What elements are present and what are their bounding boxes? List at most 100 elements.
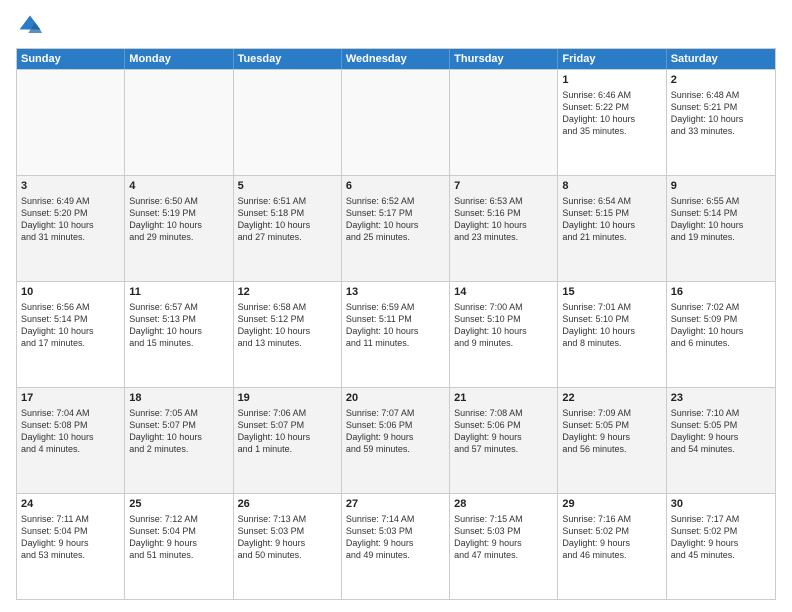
calendar-day-10: 10Sunrise: 6:56 AM Sunset: 5:14 PM Dayli…	[17, 282, 125, 387]
day-number: 7	[454, 179, 553, 194]
day-number: 11	[129, 285, 228, 300]
weekday-header-saturday: Saturday	[667, 49, 775, 69]
calendar-row-0: 1Sunrise: 6:46 AM Sunset: 5:22 PM Daylig…	[17, 69, 775, 175]
day-number: 28	[454, 497, 553, 512]
day-info: Sunrise: 7:11 AM Sunset: 5:04 PM Dayligh…	[21, 513, 120, 562]
day-number: 23	[671, 391, 771, 406]
weekday-header-wednesday: Wednesday	[342, 49, 450, 69]
calendar-day-19: 19Sunrise: 7:06 AM Sunset: 5:07 PM Dayli…	[234, 388, 342, 493]
calendar-day-20: 20Sunrise: 7:07 AM Sunset: 5:06 PM Dayli…	[342, 388, 450, 493]
calendar-day-1: 1Sunrise: 6:46 AM Sunset: 5:22 PM Daylig…	[558, 70, 666, 175]
day-info: Sunrise: 7:08 AM Sunset: 5:06 PM Dayligh…	[454, 407, 553, 456]
calendar-day-13: 13Sunrise: 6:59 AM Sunset: 5:11 PM Dayli…	[342, 282, 450, 387]
day-info: Sunrise: 7:17 AM Sunset: 5:02 PM Dayligh…	[671, 513, 771, 562]
day-number: 14	[454, 285, 553, 300]
day-number: 15	[562, 285, 661, 300]
calendar-day-30: 30Sunrise: 7:17 AM Sunset: 5:02 PM Dayli…	[667, 494, 775, 599]
day-number: 18	[129, 391, 228, 406]
weekday-header-tuesday: Tuesday	[234, 49, 342, 69]
day-number: 16	[671, 285, 771, 300]
day-number: 20	[346, 391, 445, 406]
calendar-day-17: 17Sunrise: 7:04 AM Sunset: 5:08 PM Dayli…	[17, 388, 125, 493]
calendar-day-empty	[342, 70, 450, 175]
day-info: Sunrise: 7:10 AM Sunset: 5:05 PM Dayligh…	[671, 407, 771, 456]
calendar-day-23: 23Sunrise: 7:10 AM Sunset: 5:05 PM Dayli…	[667, 388, 775, 493]
calendar-day-27: 27Sunrise: 7:14 AM Sunset: 5:03 PM Dayli…	[342, 494, 450, 599]
day-number: 2	[671, 73, 771, 88]
day-info: Sunrise: 7:06 AM Sunset: 5:07 PM Dayligh…	[238, 407, 337, 456]
calendar-day-4: 4Sunrise: 6:50 AM Sunset: 5:19 PM Daylig…	[125, 176, 233, 281]
day-info: Sunrise: 7:07 AM Sunset: 5:06 PM Dayligh…	[346, 407, 445, 456]
calendar-day-25: 25Sunrise: 7:12 AM Sunset: 5:04 PM Dayli…	[125, 494, 233, 599]
calendar-day-8: 8Sunrise: 6:54 AM Sunset: 5:15 PM Daylig…	[558, 176, 666, 281]
day-info: Sunrise: 6:53 AM Sunset: 5:16 PM Dayligh…	[454, 195, 553, 244]
day-info: Sunrise: 7:04 AM Sunset: 5:08 PM Dayligh…	[21, 407, 120, 456]
weekday-header-thursday: Thursday	[450, 49, 558, 69]
calendar-day-11: 11Sunrise: 6:57 AM Sunset: 5:13 PM Dayli…	[125, 282, 233, 387]
day-info: Sunrise: 6:51 AM Sunset: 5:18 PM Dayligh…	[238, 195, 337, 244]
logo	[16, 12, 48, 40]
calendar-row-3: 17Sunrise: 7:04 AM Sunset: 5:08 PM Dayli…	[17, 387, 775, 493]
day-info: Sunrise: 6:50 AM Sunset: 5:19 PM Dayligh…	[129, 195, 228, 244]
day-info: Sunrise: 6:58 AM Sunset: 5:12 PM Dayligh…	[238, 301, 337, 350]
calendar-day-24: 24Sunrise: 7:11 AM Sunset: 5:04 PM Dayli…	[17, 494, 125, 599]
calendar-day-5: 5Sunrise: 6:51 AM Sunset: 5:18 PM Daylig…	[234, 176, 342, 281]
day-number: 10	[21, 285, 120, 300]
day-number: 27	[346, 497, 445, 512]
day-info: Sunrise: 6:46 AM Sunset: 5:22 PM Dayligh…	[562, 89, 661, 138]
calendar-day-15: 15Sunrise: 7:01 AM Sunset: 5:10 PM Dayli…	[558, 282, 666, 387]
calendar-row-4: 24Sunrise: 7:11 AM Sunset: 5:04 PM Dayli…	[17, 493, 775, 599]
day-number: 9	[671, 179, 771, 194]
calendar-header: SundayMondayTuesdayWednesdayThursdayFrid…	[17, 49, 775, 69]
calendar-day-empty	[125, 70, 233, 175]
day-number: 19	[238, 391, 337, 406]
page: SundayMondayTuesdayWednesdayThursdayFrid…	[0, 0, 792, 612]
calendar-body: 1Sunrise: 6:46 AM Sunset: 5:22 PM Daylig…	[17, 69, 775, 599]
calendar-day-7: 7Sunrise: 6:53 AM Sunset: 5:16 PM Daylig…	[450, 176, 558, 281]
day-number: 29	[562, 497, 661, 512]
day-number: 6	[346, 179, 445, 194]
day-info: Sunrise: 7:14 AM Sunset: 5:03 PM Dayligh…	[346, 513, 445, 562]
calendar-day-12: 12Sunrise: 6:58 AM Sunset: 5:12 PM Dayli…	[234, 282, 342, 387]
calendar-day-28: 28Sunrise: 7:15 AM Sunset: 5:03 PM Dayli…	[450, 494, 558, 599]
day-info: Sunrise: 6:49 AM Sunset: 5:20 PM Dayligh…	[21, 195, 120, 244]
day-number: 3	[21, 179, 120, 194]
day-info: Sunrise: 6:56 AM Sunset: 5:14 PM Dayligh…	[21, 301, 120, 350]
day-number: 21	[454, 391, 553, 406]
day-number: 12	[238, 285, 337, 300]
calendar-day-2: 2Sunrise: 6:48 AM Sunset: 5:21 PM Daylig…	[667, 70, 775, 175]
day-info: Sunrise: 6:59 AM Sunset: 5:11 PM Dayligh…	[346, 301, 445, 350]
day-info: Sunrise: 7:09 AM Sunset: 5:05 PM Dayligh…	[562, 407, 661, 456]
day-number: 24	[21, 497, 120, 512]
day-info: Sunrise: 6:52 AM Sunset: 5:17 PM Dayligh…	[346, 195, 445, 244]
day-info: Sunrise: 7:12 AM Sunset: 5:04 PM Dayligh…	[129, 513, 228, 562]
calendar-day-empty	[234, 70, 342, 175]
day-info: Sunrise: 6:57 AM Sunset: 5:13 PM Dayligh…	[129, 301, 228, 350]
calendar-day-9: 9Sunrise: 6:55 AM Sunset: 5:14 PM Daylig…	[667, 176, 775, 281]
day-info: Sunrise: 6:54 AM Sunset: 5:15 PM Dayligh…	[562, 195, 661, 244]
day-info: Sunrise: 6:55 AM Sunset: 5:14 PM Dayligh…	[671, 195, 771, 244]
calendar-day-22: 22Sunrise: 7:09 AM Sunset: 5:05 PM Dayli…	[558, 388, 666, 493]
header	[16, 12, 776, 40]
calendar-day-empty	[17, 70, 125, 175]
day-number: 22	[562, 391, 661, 406]
day-number: 30	[671, 497, 771, 512]
calendar-day-18: 18Sunrise: 7:05 AM Sunset: 5:07 PM Dayli…	[125, 388, 233, 493]
day-number: 1	[562, 73, 661, 88]
calendar-day-14: 14Sunrise: 7:00 AM Sunset: 5:10 PM Dayli…	[450, 282, 558, 387]
calendar-day-26: 26Sunrise: 7:13 AM Sunset: 5:03 PM Dayli…	[234, 494, 342, 599]
day-info: Sunrise: 7:16 AM Sunset: 5:02 PM Dayligh…	[562, 513, 661, 562]
day-number: 25	[129, 497, 228, 512]
calendar-day-29: 29Sunrise: 7:16 AM Sunset: 5:02 PM Dayli…	[558, 494, 666, 599]
day-number: 5	[238, 179, 337, 194]
weekday-header-monday: Monday	[125, 49, 233, 69]
calendar-day-empty	[450, 70, 558, 175]
day-info: Sunrise: 7:01 AM Sunset: 5:10 PM Dayligh…	[562, 301, 661, 350]
calendar-day-16: 16Sunrise: 7:02 AM Sunset: 5:09 PM Dayli…	[667, 282, 775, 387]
logo-icon	[16, 12, 44, 40]
weekday-header-sunday: Sunday	[17, 49, 125, 69]
day-number: 26	[238, 497, 337, 512]
day-info: Sunrise: 7:13 AM Sunset: 5:03 PM Dayligh…	[238, 513, 337, 562]
day-info: Sunrise: 7:15 AM Sunset: 5:03 PM Dayligh…	[454, 513, 553, 562]
day-number: 8	[562, 179, 661, 194]
